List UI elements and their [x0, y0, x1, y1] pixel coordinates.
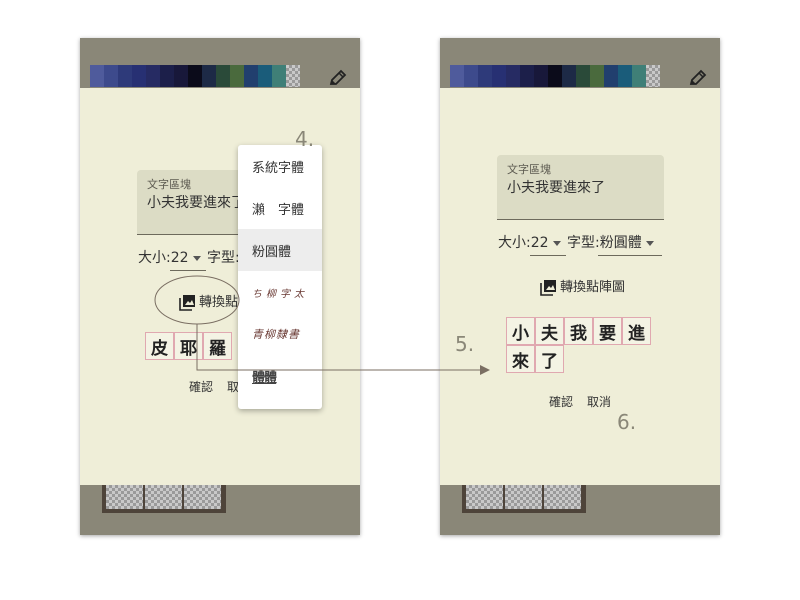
- char-cell: 羅: [203, 332, 232, 360]
- char-cell: 小: [506, 317, 535, 345]
- size-label: 大小:22: [498, 235, 549, 251]
- color-swatch[interactable]: [132, 65, 146, 87]
- color-swatch[interactable]: [230, 65, 244, 87]
- char-cell: 我: [564, 317, 593, 345]
- font-label: 字型:: [207, 250, 240, 266]
- color-swatch[interactable]: [590, 65, 604, 87]
- char-cell: 了: [535, 345, 564, 373]
- size-select[interactable]: 大小:22: [498, 232, 561, 252]
- convert-label: 轉換點陣圖: [560, 280, 626, 295]
- color-toolbar: [80, 38, 360, 88]
- color-palette: [90, 65, 300, 87]
- char-cell: 皮: [145, 332, 174, 360]
- text-block-field[interactable]: 文字區塊 小夫我要進來了: [497, 155, 664, 220]
- confirm-button[interactable]: 確認: [189, 378, 213, 395]
- text-block-label: 文字區塊: [147, 178, 191, 191]
- bitmap-slot[interactable]: [106, 485, 143, 509]
- char-grid: 皮 耶 羅: [145, 332, 245, 360]
- color-swatch[interactable]: [258, 65, 272, 87]
- color-swatch[interactable]: [562, 65, 576, 87]
- color-swatch[interactable]: [244, 65, 258, 87]
- color-palette: [450, 65, 660, 87]
- color-swatch[interactable]: [90, 65, 104, 87]
- font-select-label[interactable]: 字型:: [207, 247, 240, 267]
- char-cell: 來: [506, 345, 535, 373]
- color-swatch[interactable]: [104, 65, 118, 87]
- color-swatch[interactable]: [520, 65, 534, 87]
- step-4-label: 4.: [295, 127, 315, 151]
- image-icon: [179, 295, 195, 311]
- font-option-clerical[interactable]: 青柳隸書: [238, 313, 322, 355]
- color-swatch[interactable]: [618, 65, 632, 87]
- text-block-value: 小夫我要進來了: [147, 195, 245, 211]
- font-option-lai[interactable]: 瀨 字體: [238, 187, 322, 229]
- color-swatch[interactable]: [272, 65, 286, 87]
- bitmap-slot[interactable]: [466, 485, 503, 509]
- font-underline: [598, 255, 662, 256]
- bitmap-tray: [462, 485, 586, 513]
- image-icon: [540, 280, 556, 296]
- font-option-script[interactable]: ち柳字太: [238, 271, 322, 313]
- char-grid: 小 夫 我 要 進 來 了: [506, 317, 656, 373]
- pencil-icon[interactable]: [328, 68, 348, 88]
- color-swatch[interactable]: [506, 65, 520, 87]
- bottom-bar: [440, 485, 720, 535]
- font-option-system[interactable]: 系統字體: [238, 145, 322, 187]
- char-cell: 夫: [535, 317, 564, 345]
- char-cell: 進: [622, 317, 651, 345]
- size-label: 大小:22: [138, 250, 189, 266]
- bottom-bar: [80, 485, 360, 535]
- text-block-value: 小夫我要進來了: [507, 180, 605, 196]
- font-option-jf-open-huninn[interactable]: 粉圓體: [238, 229, 322, 271]
- bitmap-slot[interactable]: [184, 485, 221, 509]
- color-swatch[interactable]: [576, 65, 590, 87]
- bitmap-slot[interactable]: [544, 485, 581, 509]
- transparent-swatch[interactable]: [646, 65, 660, 87]
- bitmap-tray: [102, 485, 226, 513]
- color-swatch[interactable]: [118, 65, 132, 87]
- color-swatch[interactable]: [174, 65, 188, 87]
- color-swatch[interactable]: [534, 65, 548, 87]
- chevron-down-icon: [645, 240, 654, 246]
- text-block-label: 文字區塊: [507, 163, 551, 176]
- convert-bitmap-button[interactable]: 轉換點: [179, 291, 238, 311]
- step-5-label: 5.: [455, 332, 475, 356]
- color-swatch[interactable]: [632, 65, 646, 87]
- font-option-pixel[interactable]: 體體: [238, 355, 322, 397]
- color-swatch[interactable]: [160, 65, 174, 87]
- confirm-button[interactable]: 確認: [549, 393, 573, 410]
- size-underline: [170, 270, 206, 271]
- color-swatch[interactable]: [478, 65, 492, 87]
- color-swatch[interactable]: [604, 65, 618, 87]
- color-swatch[interactable]: [202, 65, 216, 87]
- bitmap-slot[interactable]: [505, 485, 542, 509]
- char-cell: 耶: [174, 332, 203, 360]
- size-underline: [530, 255, 566, 256]
- color-swatch[interactable]: [188, 65, 202, 87]
- bitmap-slot[interactable]: [145, 485, 182, 509]
- step-6-label: 6.: [617, 410, 637, 434]
- chevron-down-icon: [552, 240, 561, 246]
- font-select[interactable]: 字型:粉圓體: [567, 232, 654, 252]
- font-dropdown-menu: 系統字體 瀨 字體 粉圓體 ち柳字太 青柳隸書 體體: [238, 145, 322, 409]
- convert-bitmap-button[interactable]: 轉換點陣圖: [540, 276, 625, 296]
- color-swatch[interactable]: [450, 65, 464, 87]
- pencil-icon[interactable]: [688, 68, 708, 88]
- cancel-button[interactable]: 取消: [587, 393, 611, 410]
- char-cell: 要: [593, 317, 622, 345]
- right-screen: 文字區塊 小夫我要進來了 大小:22 字型:粉圓體 轉換點陣圖 小 夫 我 要 …: [440, 38, 720, 535]
- color-swatch[interactable]: [548, 65, 562, 87]
- color-swatch[interactable]: [216, 65, 230, 87]
- color-swatch[interactable]: [146, 65, 160, 87]
- transparent-swatch[interactable]: [286, 65, 300, 87]
- text-block-field[interactable]: 文字區塊 小夫我要進來了: [137, 170, 247, 235]
- color-swatch[interactable]: [464, 65, 478, 87]
- color-swatch[interactable]: [492, 65, 506, 87]
- color-toolbar: [440, 38, 720, 88]
- font-label: 字型:粉圓體: [567, 235, 642, 251]
- size-select[interactable]: 大小:22: [138, 247, 201, 267]
- convert-label: 轉換點: [199, 295, 239, 310]
- chevron-down-icon: [192, 255, 201, 261]
